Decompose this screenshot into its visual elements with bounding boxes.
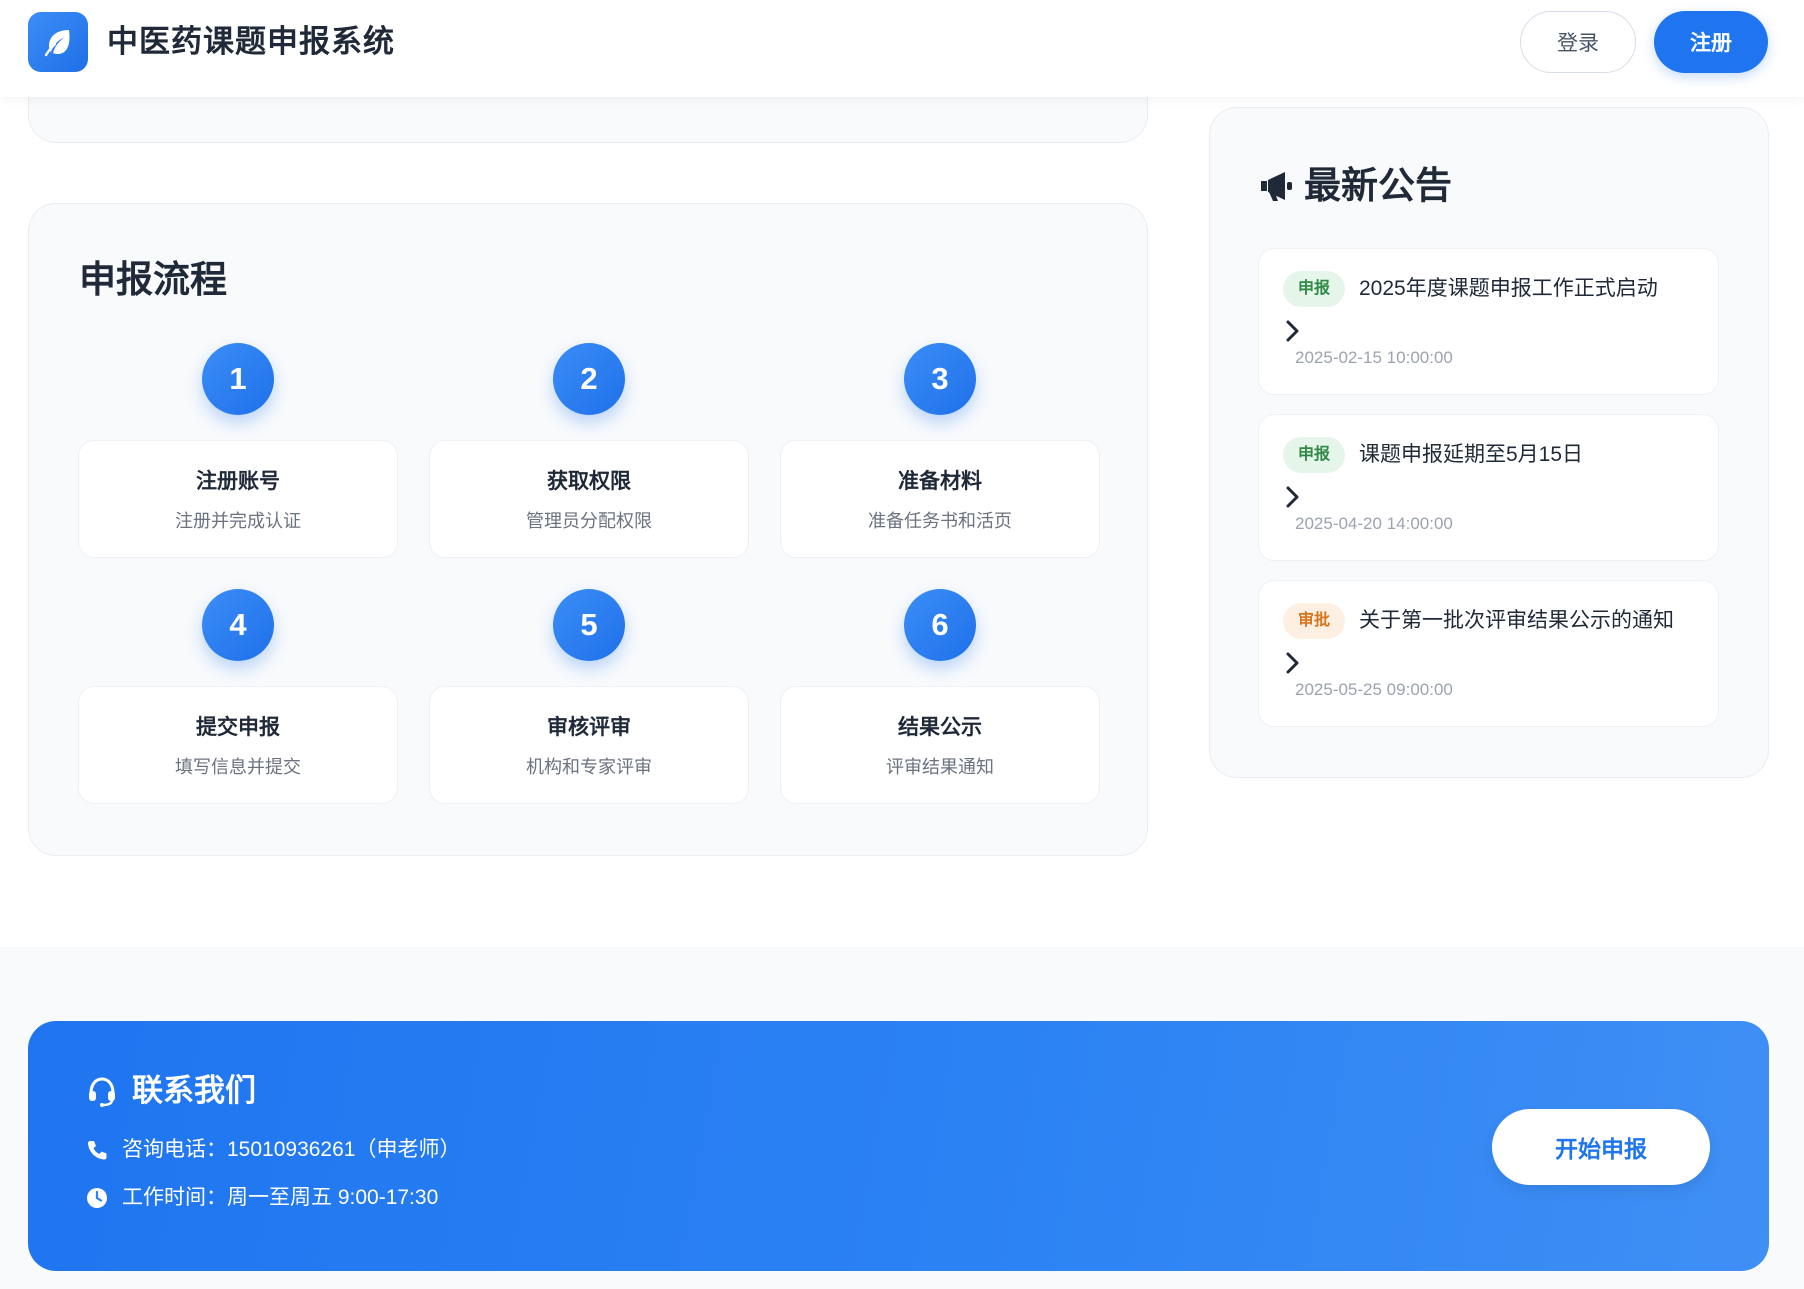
step-name: 审核评审 <box>547 716 631 739</box>
step-number-badge: 4 <box>202 589 274 661</box>
step-info-box: 审核评审 机构和专家评审 <box>429 686 749 804</box>
announcement-title[interactable]: 关于第一批次评审结果公示的通知 <box>1359 607 1674 635</box>
step-number-badge: 2 <box>553 343 625 415</box>
announcement-item[interactable]: 审批 关于第一批次评审结果公示的通知 2025-05-25 09:00:00 <box>1258 580 1719 727</box>
headset-icon <box>89 1077 115 1107</box>
register-button[interactable]: 注册 <box>1654 11 1768 73</box>
process-title: 申报流程 <box>79 259 227 300</box>
step-name: 获取权限 <box>547 470 631 493</box>
announcements-title: 最新公告 <box>1258 162 1452 210</box>
step-number-badge: 6 <box>904 589 976 661</box>
announcement-date: 2025-04-20 14:00:00 <box>1295 514 1453 533</box>
announcement-title[interactable]: 2025年度课题申报工作正式启动 <box>1359 275 1658 303</box>
step-number-badge: 5 <box>553 589 625 661</box>
announcement-title[interactable]: 课题申报延期至5月15日 <box>1359 441 1583 469</box>
step-info-box: 注册账号 注册并完成认证 <box>78 440 398 558</box>
step-name: 注册账号 <box>196 470 280 493</box>
step-name: 结果公示 <box>898 716 982 739</box>
announcements-card: 最新公告 申报 2025年度课题申报工作正式启动 2025-02-15 10:0… <box>1209 107 1769 778</box>
contact-hours-text: 工作时间：周一至周五 9:00-17:30 <box>122 1186 439 1209</box>
announcement-item[interactable]: 申报 课题申报延期至5月15日 2025-04-20 14:00:00 <box>1258 414 1719 561</box>
step-name: 提交申报 <box>196 716 280 739</box>
step-number-badge: 1 <box>202 343 274 415</box>
step-desc: 准备任务书和活页 <box>868 511 1012 531</box>
contact-title-text: 联系我们 <box>132 1073 256 1108</box>
login-button[interactable]: 登录 <box>1520 11 1636 73</box>
top-navbar: 中医药课题申报系统 登录 注册 <box>0 0 1804 97</box>
app-title: 中医药课题申报系统 <box>107 24 395 59</box>
contact-phone-text: 咨询电话：15010936261（申老师） <box>122 1138 461 1161</box>
contact-title: 联系我们 <box>86 1071 256 1111</box>
step-desc: 机构和专家评审 <box>526 757 652 777</box>
step-desc: 填写信息并提交 <box>175 757 301 777</box>
step-info-box: 准备材料 准备任务书和活页 <box>780 440 1100 558</box>
announcement-date: 2025-05-25 09:00:00 <box>1295 680 1453 699</box>
step-card-4: 4 提交申报 填写信息并提交 <box>78 589 398 804</box>
step-card-1: 1 注册账号 注册并完成认证 <box>78 343 398 558</box>
step-info-box: 提交申报 填写信息并提交 <box>78 686 398 804</box>
step-card-2: 2 获取权限 管理员分配权限 <box>429 343 749 558</box>
step-info-box: 结果公示 评审结果通知 <box>780 686 1100 804</box>
step-desc: 注册并完成认证 <box>175 511 301 531</box>
step-desc: 评审结果通知 <box>886 757 994 777</box>
chevron-right-icon[interactable] <box>1283 651 1301 675</box>
main-content: 申报流程 1 注册账号 注册并完成认证 2 获取权限 管理员分配权限 3 准备材… <box>0 70 1804 947</box>
clock-icon <box>87 1188 107 1208</box>
leaf-logo-icon[interactable] <box>28 12 88 72</box>
announcement-tag: 审批 <box>1283 603 1346 639</box>
contact-hours: 工作时间：周一至周五 9:00-17:30 <box>86 1184 438 1212</box>
step-card-5: 5 审核评审 机构和专家评审 <box>429 589 749 804</box>
step-desc: 管理员分配权限 <box>526 511 652 531</box>
announcement-date: 2025-02-15 10:00:00 <box>1295 348 1453 367</box>
announcement-tag: 申报 <box>1283 437 1346 473</box>
phone-icon <box>88 1141 107 1160</box>
announcements-title-text: 最新公告 <box>1304 165 1452 206</box>
step-info-box: 获取权限 管理员分配权限 <box>429 440 749 558</box>
step-card-3: 3 准备材料 准备任务书和活页 <box>780 343 1100 558</box>
chevron-right-icon[interactable] <box>1283 485 1301 509</box>
start-application-button[interactable]: 开始申报 <box>1492 1109 1710 1185</box>
step-card-6: 6 结果公示 评审结果通知 <box>780 589 1100 804</box>
step-name: 准备材料 <box>898 470 982 493</box>
process-card: 申报流程 1 注册账号 注册并完成认证 2 获取权限 管理员分配权限 3 准备材… <box>28 203 1148 856</box>
megaphone-icon <box>1261 172 1292 201</box>
contact-panel: 联系我们 咨询电话：15010936261（申老师） 工作时间：周一至周五 9:… <box>28 1021 1769 1271</box>
announcement-item[interactable]: 申报 2025年度课题申报工作正式启动 2025-02-15 10:00:00 <box>1258 248 1719 395</box>
announcement-tag: 申报 <box>1283 271 1346 307</box>
step-number-badge: 3 <box>904 343 976 415</box>
contact-phone: 咨询电话：15010936261（申老师） <box>86 1136 460 1164</box>
chevron-right-icon[interactable] <box>1283 319 1301 343</box>
